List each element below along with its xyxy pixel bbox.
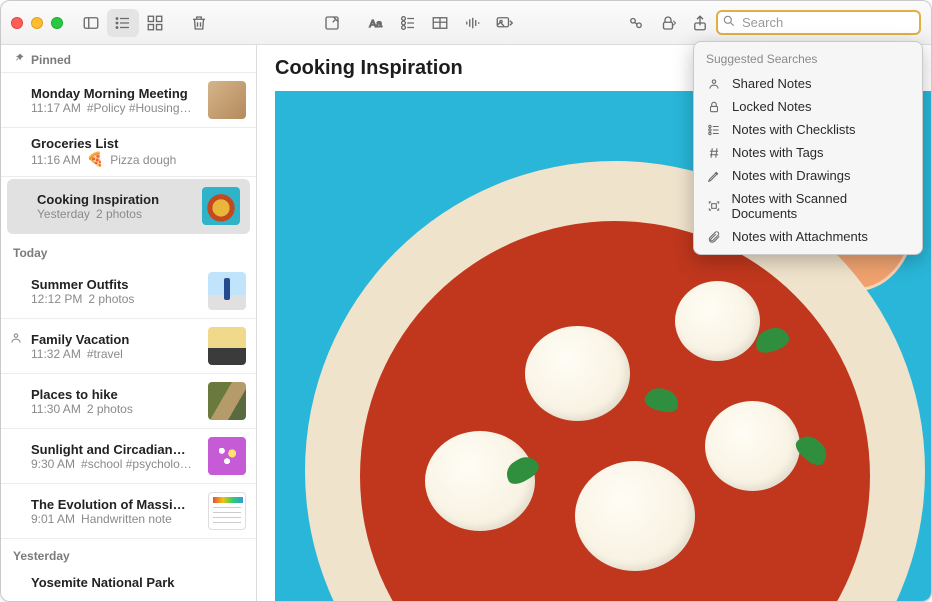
note-thumbnail [208, 327, 246, 365]
format-button[interactable]: Aa [360, 9, 392, 37]
section-header-yesterday: Yesterday [1, 539, 256, 567]
note-subtitle: 2 photos [88, 292, 134, 306]
suggestion-attachments[interactable]: Notes with Attachments [694, 225, 922, 248]
note-title: The Evolution of Massi… [31, 497, 200, 512]
checklist-icon [706, 123, 722, 137]
table-button[interactable] [424, 9, 456, 37]
suggestion-label: Locked Notes [732, 99, 812, 114]
titlebar: Aa [1, 1, 931, 45]
suggestion-label: Notes with Attachments [732, 229, 868, 244]
note-time: 11:16 AM [31, 153, 81, 167]
pencil-icon [706, 169, 722, 183]
suggestion-tags[interactable]: Notes with Tags [694, 141, 922, 164]
search-field-wrap [716, 10, 921, 35]
paperclip-icon [706, 230, 722, 244]
note-item-family-vacation[interactable]: Family Vacation 11:32 AM #travel [1, 319, 256, 374]
note-thumbnail [208, 81, 246, 119]
note-item-places-to-hike[interactable]: Places to hike 11:30 AM 2 photos [1, 374, 256, 429]
note-title: Yosemite National Park [31, 575, 246, 590]
cheese-blob [705, 401, 800, 491]
note-subtitle: 2 photos [96, 207, 142, 221]
pin-icon [13, 52, 25, 67]
dropdown-header: Suggested Searches [694, 48, 922, 72]
suggestion-scanned[interactable]: Notes with Scanned Documents [694, 187, 922, 225]
lock-icon [706, 100, 722, 114]
zoom-window-button[interactable] [51, 17, 63, 29]
scan-icon [706, 199, 721, 213]
notes-window: Aa [0, 0, 932, 602]
suggestion-shared-notes[interactable]: Shared Notes [694, 72, 922, 95]
note-thumbnail [202, 187, 240, 225]
toggle-sidebar-button[interactable] [75, 9, 107, 37]
note-subtitle: #school #psycholo… [81, 457, 192, 471]
shared-icon [9, 331, 23, 350]
note-time: 12:12 PM [31, 292, 82, 306]
link-note-button[interactable] [620, 9, 652, 37]
suggestion-label: Notes with Tags [732, 145, 824, 160]
note-item-cooking-inspiration[interactable]: Cooking Inspiration Yesterday 2 photos [7, 179, 250, 234]
gallery-view-button[interactable] [139, 9, 171, 37]
suggestion-label: Shared Notes [732, 76, 812, 91]
window-controls [11, 17, 63, 29]
note-thumbnail [208, 382, 246, 420]
note-subtitle: Pizza dough [110, 153, 176, 167]
pinned-label: Pinned [31, 53, 71, 67]
note-thumbnail [208, 492, 246, 530]
search-icon [722, 14, 736, 33]
hash-icon [706, 146, 722, 160]
minimize-window-button[interactable] [31, 17, 43, 29]
note-subtitle: 2 photos [87, 402, 133, 416]
note-title: Places to hike [31, 387, 200, 402]
note-item-monday-meeting[interactable]: Monday Morning Meeting 11:17 AM #Policy #… [1, 73, 256, 128]
note-thumbnail [208, 437, 246, 475]
new-note-button[interactable] [316, 9, 348, 37]
cheese-blob [575, 461, 695, 571]
media-button[interactable] [488, 9, 520, 37]
people-icon [706, 77, 722, 91]
svg-text:Aa: Aa [369, 17, 382, 29]
note-title: Groceries List [31, 136, 246, 151]
list-view-button[interactable] [107, 9, 139, 37]
delete-note-button[interactable] [183, 9, 215, 37]
suggestion-drawings[interactable]: Notes with Drawings [694, 164, 922, 187]
note-title: Monday Morning Meeting [31, 86, 200, 101]
notes-sidebar: Pinned Monday Morning Meeting 11:17 AM #P… [1, 45, 257, 601]
lock-note-button[interactable] [652, 9, 684, 37]
note-time: Yesterday [37, 207, 90, 221]
note-time: 9:30 AM [31, 457, 75, 471]
note-title: Summer Outfits [31, 277, 200, 292]
close-window-button[interactable] [11, 17, 23, 29]
search-input[interactable] [716, 10, 921, 35]
cheese-blob [525, 326, 630, 421]
suggestion-label: Notes with Drawings [732, 168, 851, 183]
note-item-groceries[interactable]: Groceries List 11:16 AM 🍕 Pizza dough [1, 128, 256, 177]
note-item-yosemite[interactable]: Yosemite National Park [1, 567, 256, 598]
section-header-today: Today [1, 236, 256, 264]
suggestion-label: Notes with Scanned Documents [731, 191, 910, 221]
pinned-section-header: Pinned [1, 45, 256, 73]
note-title: Sunlight and Circadian… [31, 442, 200, 457]
note-title: Family Vacation [31, 332, 200, 347]
checklist-button[interactable] [392, 9, 424, 37]
note-item-sunlight-circadian[interactable]: Sunlight and Circadian… 9:30 AM #school #… [1, 429, 256, 484]
note-time: 9:01 AM [31, 512, 75, 526]
audio-button[interactable] [456, 9, 488, 37]
pizza-icon: 🍕 [87, 151, 104, 168]
note-time: 11:30 AM [31, 402, 81, 416]
note-item-evolution-massive[interactable]: The Evolution of Massi… 9:01 AM Handwritt… [1, 484, 256, 539]
note-subtitle: #Policy #Housing… [87, 101, 192, 115]
note-thumbnail [208, 272, 246, 310]
suggestion-locked-notes[interactable]: Locked Notes [694, 95, 922, 118]
search-suggestions-dropdown: Suggested Searches Shared Notes Locked N… [693, 41, 923, 255]
share-button[interactable] [684, 9, 716, 37]
note-title: Cooking Inspiration [37, 192, 194, 207]
suggestion-label: Notes with Checklists [732, 122, 856, 137]
note-item-summer-outfits[interactable]: Summer Outfits 12:12 PM 2 photos [1, 264, 256, 319]
suggestion-checklists[interactable]: Notes with Checklists [694, 118, 922, 141]
note-time: 11:17 AM [31, 101, 81, 115]
note-time: 11:32 AM [31, 347, 81, 361]
cheese-blob [675, 281, 760, 361]
note-subtitle: Handwritten note [81, 512, 172, 526]
note-subtitle: #travel [87, 347, 123, 361]
